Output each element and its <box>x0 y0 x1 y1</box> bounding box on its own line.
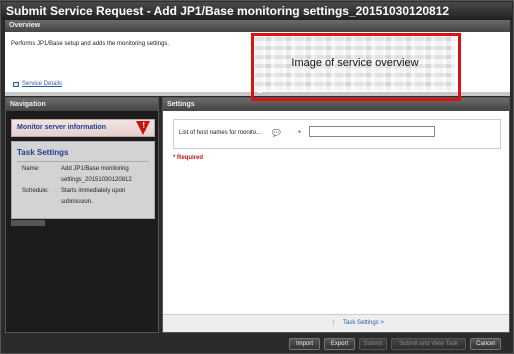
book-icon <box>13 81 19 87</box>
footer-separator: | <box>333 320 335 326</box>
task-settings-box: Task Settings Name: Add JP1/Base monitor… <box>11 141 155 219</box>
overview-section: Performs JP1/Base setup and adds the mon… <box>5 32 510 101</box>
host-names-field-row: List of host names for monito... 💬 * <box>173 119 501 149</box>
warning-exclamation-icon: ! <box>142 121 145 130</box>
button-bar: Import Export Submit Submit and View Tas… <box>2 335 512 353</box>
export-button[interactable]: Export <box>324 338 355 350</box>
nav-item-monitor-server-information[interactable]: Monitor server information ! <box>11 119 155 137</box>
overview-header: Overview <box>5 20 510 32</box>
settings-footer: | Task Settings > <box>163 314 509 332</box>
task-schedule-value: Starts immediately upon submission. <box>61 188 126 205</box>
task-settings-title: Task Settings <box>17 148 69 157</box>
required-mark: * <box>298 129 302 138</box>
required-note: * Required <box>173 155 204 161</box>
overview-description: Performs JP1/Base setup and adds the mon… <box>11 41 170 47</box>
highlight-box <box>251 33 461 101</box>
import-button[interactable]: Import <box>289 338 320 350</box>
window-title: Submit Service Request - Add JP1/Base mo… <box>2 2 512 20</box>
task-settings-link[interactable]: Task Settings > <box>343 320 384 326</box>
settings-body: List of host names for monito... 💬 * * R… <box>163 111 509 314</box>
cancel-button[interactable]: Cancel <box>470 338 501 350</box>
dialog-window: Submit Service Request - Add JP1/Base mo… <box>0 0 514 354</box>
task-name-label: Name: <box>22 166 40 172</box>
service-details-label: Service Details <box>22 81 63 87</box>
navigation-header: Navigation <box>6 98 158 111</box>
task-schedule-label: Schedule: <box>22 188 49 194</box>
submit-and-view-task-button[interactable]: Submit and View Task <box>391 338 466 350</box>
task-name-value: Add JP1/Base monitoring settings_2015103… <box>61 166 132 183</box>
nav-item-label: Monitor server information <box>17 124 107 131</box>
submit-button[interactable]: Submit <box>359 338 387 350</box>
service-details-link[interactable]: Service Details <box>13 81 62 87</box>
navigation-panel: Navigation Monitor server information ! … <box>5 97 159 333</box>
task-progress-marker <box>11 220 45 226</box>
host-names-input[interactable] <box>309 126 435 137</box>
divider <box>17 161 149 162</box>
task-progress-strip <box>11 220 155 226</box>
host-names-label: List of host names for monito... <box>179 130 262 136</box>
comment-icon[interactable]: 💬 <box>272 129 281 137</box>
settings-panel: Settings List of host names for monito..… <box>162 97 510 333</box>
